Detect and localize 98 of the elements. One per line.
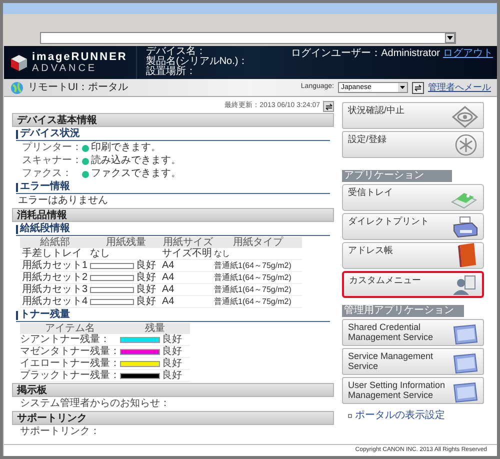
- column-header: 残量: [144, 323, 165, 334]
- heading-marker: [16, 182, 18, 192]
- column-header: 用紙残量: [105, 237, 147, 248]
- support-text: サポートリンク：: [19, 426, 101, 438]
- subsection-title: 給紙段情報: [20, 223, 70, 235]
- bullet-icon: [348, 414, 352, 418]
- bulletin-text: システム管理者からのお知らせ：: [19, 398, 171, 410]
- table-cell-text: 用紙カセット4: [21, 296, 89, 307]
- window-icon: [452, 323, 478, 345]
- table-cell-text: A4: [162, 296, 176, 307]
- status-label: ファクス：: [22, 168, 73, 180]
- table-cell-text: 普通紙1(64～75g/m2): [214, 296, 292, 307]
- address-field[interactable]: [40, 32, 456, 44]
- book-icon: [456, 242, 478, 268]
- status-text: 印刷できます。: [91, 142, 161, 154]
- device-field-label: 製品名(シリアルNo.)：: [146, 57, 248, 67]
- column-header: 給紙部: [39, 237, 71, 248]
- menu-button[interactable]: User Setting Information Management Service: [342, 377, 484, 404]
- heading-marker: [16, 224, 18, 234]
- table-cell: 良好: [136, 260, 156, 271]
- paper-level-bar: [90, 274, 134, 280]
- logo-cube-icon: [10, 54, 28, 72]
- admin-mail-link[interactable]: 管理者へメール: [428, 80, 491, 94]
- status-text: ファクスできます。: [91, 168, 181, 180]
- menu-button[interactable]: 状況確認/中止: [342, 102, 484, 129]
- apply-button[interactable]: [412, 82, 424, 94]
- status-label: プリンター：: [22, 142, 82, 154]
- dropdown-arrow-icon[interactable]: [445, 33, 455, 43]
- refresh-icon: [414, 84, 422, 92]
- table-cell: ブラックトナー残量：: [20, 370, 120, 381]
- person-icon: [451, 274, 477, 296]
- printer-icon: [452, 215, 478, 239]
- dropdown-arrow-icon: [398, 83, 407, 92]
- table-cell: 良好: [162, 358, 182, 369]
- table-cell-text: 用紙カセット1: [21, 260, 89, 271]
- table-cell-text: A4: [162, 260, 176, 271]
- table-cell: 良好: [162, 346, 182, 357]
- paper-level-bar: [90, 262, 134, 268]
- column-header: アイテム名: [44, 323, 96, 334]
- page-title: リモートUI：ポータル: [28, 81, 128, 95]
- portal-settings-link[interactable]: ポータルの表示設定: [355, 410, 445, 422]
- table-cell-text: A4: [162, 272, 176, 283]
- status-text: 読み込みできます。: [91, 155, 181, 167]
- logout-link[interactable]: ログアウト: [443, 48, 493, 79]
- menu-button[interactable]: ダイレクトプリント: [342, 213, 484, 240]
- section-header: サポートリンク: [12, 411, 334, 425]
- menu-button[interactable]: アドレス帳: [342, 242, 484, 269]
- table-cell-text: 普通紙1(64～75g/m2): [214, 260, 292, 271]
- login-user-text: ログインユーザー：Administrator: [291, 48, 440, 61]
- section-header: デバイス基本情報: [12, 113, 334, 127]
- paper-level-bar: [90, 286, 134, 292]
- refresh-button[interactable]: [323, 101, 334, 112]
- device-field-label: デバイス名：: [146, 47, 207, 57]
- menu-button[interactable]: カスタムメニュー: [342, 271, 484, 298]
- subsection-title: トナー残量: [20, 309, 70, 321]
- eye-icon: [452, 106, 478, 128]
- menu-button[interactable]: 設定/登録: [342, 131, 484, 158]
- window-icon: [452, 352, 478, 374]
- table-cell-text: 用紙カセット2: [21, 272, 89, 283]
- device-field-label: 設置場所：: [146, 67, 197, 77]
- column-header: 用紙サイズ: [162, 237, 214, 248]
- column-header: 用紙タイプ: [232, 237, 284, 248]
- menu-button[interactable]: 受信トレイ: [342, 184, 484, 211]
- section-header: 消耗品情報: [12, 208, 334, 222]
- table-cell: なし: [90, 248, 110, 259]
- section-header: 掲示板: [12, 383, 334, 397]
- table-cell-text: 普通紙1(64～75g/m2): [214, 272, 292, 283]
- paper-level-bar: [90, 298, 134, 304]
- section-label: アプリケーション: [342, 170, 452, 182]
- heading-marker: [16, 130, 18, 138]
- table-cell: 良好: [136, 272, 156, 283]
- logo-text: imageRUNNER: [32, 51, 128, 63]
- table-cell-text: 普通紙1(64～75g/m2): [214, 284, 292, 295]
- table-cell: マゼンタトナー残量：: [20, 346, 120, 357]
- menu-button[interactable]: Service Management Service: [342, 348, 484, 375]
- table-cell: 良好: [136, 284, 156, 295]
- table-cell-text: なし: [214, 248, 231, 259]
- section-label: 管理用アプリケーション: [342, 305, 464, 317]
- subsection-title: エラー情報: [20, 181, 70, 193]
- table-cell-text: サイズ不明: [162, 248, 213, 259]
- subsection-title: デバイス状況: [20, 128, 80, 140]
- refresh-icon: [324, 102, 332, 110]
- window-icon: [452, 381, 478, 403]
- heading-marker: [16, 310, 18, 320]
- menu-button[interactable]: Shared Credential Management Service: [342, 319, 484, 346]
- table-cell: 良好: [136, 296, 156, 307]
- table-cell-text: シアントナー残量：: [20, 334, 111, 345]
- table-cell: イエロートナー残量：: [20, 358, 120, 369]
- table-cell-text: 用紙カセット3: [21, 284, 89, 295]
- table-cell-text: A4: [162, 284, 176, 295]
- logo-subtext: ADVANCE: [32, 63, 98, 74]
- status-label: スキャナー：: [22, 155, 82, 167]
- error-text: エラーはありません: [17, 195, 109, 207]
- asterisk-icon: [454, 133, 478, 157]
- table-cell: 良好: [162, 370, 182, 381]
- table-cell: 良好: [162, 334, 182, 345]
- globe-icon: [10, 80, 24, 94]
- table-cell-text: 手差しトレイ: [21, 248, 83, 259]
